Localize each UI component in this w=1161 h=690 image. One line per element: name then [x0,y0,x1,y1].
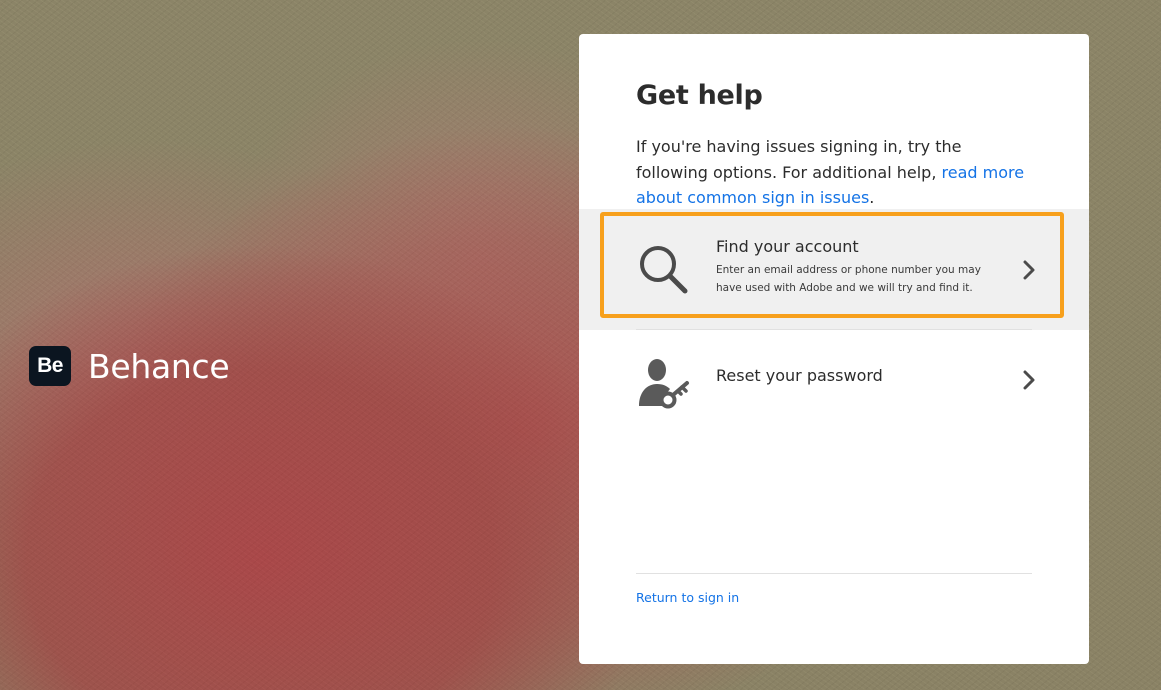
chevron-right-icon [1023,260,1035,280]
find-account-title: Find your account [716,237,859,256]
footer-divider [636,573,1032,574]
user-key-icon [639,359,689,409]
search-icon [640,246,688,294]
page-title: Get help [636,80,763,111]
return-to-sign-in-link[interactable]: Return to sign in [636,590,739,605]
find-account-subtitle: Enter an email address or phone number y… [716,264,981,294]
reset-password-title: Reset your password [716,366,883,385]
reset-password-option[interactable]: Reset your password [579,330,1089,440]
help-description-end: . [869,188,875,207]
brand: Be Behance [29,346,230,386]
find-account-option[interactable]: Find your account Enter an email address… [579,209,1089,330]
help-description: If you're having issues signing in, try … [636,134,1036,211]
brand-name: Behance [88,346,230,386]
help-description-text: If you're having issues signing in, try … [636,137,962,182]
get-help-card: Get help If you're having issues signing… [579,34,1089,664]
behance-logo: Be [29,346,71,386]
chevron-right-icon [1023,370,1035,390]
